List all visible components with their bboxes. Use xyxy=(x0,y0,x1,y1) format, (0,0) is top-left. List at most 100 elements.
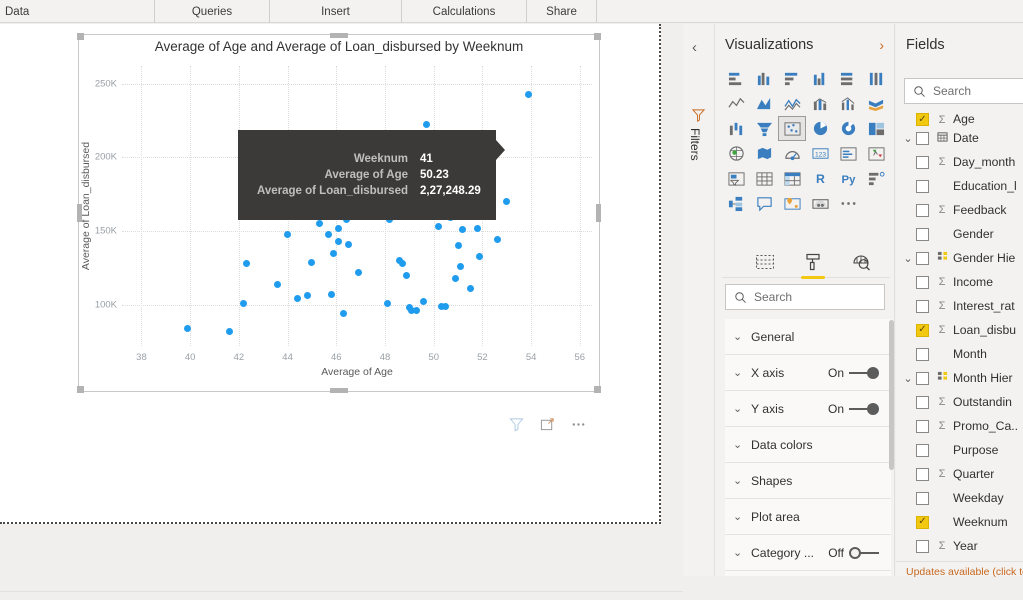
scatter-point[interactable] xyxy=(330,249,338,257)
field-item-date[interactable]: ⌄ Date xyxy=(896,126,1023,150)
format-section-data-colors[interactable]: ⌄ Data colors xyxy=(725,427,891,463)
resize-handle-top-right[interactable] xyxy=(594,33,601,40)
pie-chart-icon[interactable] xyxy=(806,116,834,141)
scatter-point[interactable] xyxy=(284,230,292,238)
slicer-icon[interactable] xyxy=(722,166,750,191)
python-visual-icon[interactable]: Py xyxy=(834,166,862,191)
field-checkbox[interactable] xyxy=(916,515,929,529)
filters-pane-collapsed[interactable]: ‹ Filters xyxy=(683,24,715,576)
format-section-general[interactable]: ⌄ General xyxy=(725,319,891,355)
updates-available-status[interactable]: Updates available (click to...) xyxy=(906,566,1023,578)
chevron-down-icon[interactable]: ⌄ xyxy=(900,132,916,145)
format-sections-list[interactable]: ⌄ General ⌄ X axis On ⌄ Y axis On ⌄ Data colors ⌄ S… xyxy=(725,319,891,576)
field-checkbox[interactable] xyxy=(916,227,929,241)
scatter-point[interactable] xyxy=(335,237,343,245)
scatter-point[interactable] xyxy=(340,310,348,318)
scatter-point[interactable] xyxy=(303,292,311,300)
report-page[interactable]: Average of Age and Average of Loan_disbu… xyxy=(0,24,661,524)
field-item-gender[interactable]: Gender xyxy=(896,222,1023,246)
scatter-point[interactable] xyxy=(225,327,233,335)
scatter-point[interactable] xyxy=(413,307,421,315)
100-stacked-bar-chart-icon[interactable] xyxy=(834,66,862,91)
chevron-down-icon[interactable]: ⌄ xyxy=(900,252,916,265)
scatter-point[interactable] xyxy=(456,262,464,270)
scatter-point[interactable] xyxy=(383,299,391,307)
scatter-point[interactable] xyxy=(503,198,511,206)
format-search-input[interactable]: Search xyxy=(725,284,885,310)
stacked-area-chart-icon[interactable] xyxy=(778,91,806,116)
clustered-bar-chart-icon[interactable] xyxy=(778,66,806,91)
field-checkbox[interactable] xyxy=(916,395,929,409)
resize-handle-bottom[interactable] xyxy=(330,388,348,393)
visualization-type-grid[interactable]: 123 R Py xyxy=(722,66,890,216)
format-section-shapes[interactable]: ⌄ Shapes xyxy=(725,463,891,499)
stacked-column-chart-icon[interactable] xyxy=(750,66,778,91)
scatter-point[interactable] xyxy=(454,242,462,250)
kpi-icon[interactable] xyxy=(862,141,890,166)
key-influencers-icon[interactable] xyxy=(862,166,890,191)
ribbon-group-insert[interactable]: Insert xyxy=(270,0,402,23)
line-and-clustered-column-chart-icon[interactable] xyxy=(834,91,862,116)
field-checkbox[interactable] xyxy=(916,203,929,217)
funnel-chart-icon[interactable] xyxy=(750,116,778,141)
format-section-x-axis[interactable]: ⌄ X axis On xyxy=(725,355,891,391)
field-checkbox[interactable] xyxy=(916,491,929,505)
donut-chart-icon[interactable] xyxy=(834,116,862,141)
100-stacked-column-chart-icon[interactable] xyxy=(862,66,890,91)
field-item-year[interactable]: Σ Year xyxy=(896,534,1023,558)
format-pane-scrollbar[interactable] xyxy=(889,320,894,470)
scatter-point[interactable] xyxy=(274,280,282,288)
ribbon-group-queries[interactable]: Queries xyxy=(155,0,270,23)
field-checkbox[interactable] xyxy=(916,299,929,313)
ribbon-group-data[interactable]: Data xyxy=(0,0,155,23)
filter-icon[interactable] xyxy=(509,417,524,432)
toggle-switch[interactable] xyxy=(849,366,879,379)
matrix-icon[interactable] xyxy=(778,166,806,191)
scatter-point[interactable] xyxy=(354,268,362,276)
table-icon[interactable] xyxy=(750,166,778,191)
scatter-point[interactable] xyxy=(466,285,474,293)
scatter-point[interactable] xyxy=(315,220,323,228)
fields-items-list[interactable]: Σ Age ⌄ Date Σ Day_month Education_l Σ Feedback G… xyxy=(896,112,1023,562)
analytics-tab[interactable] xyxy=(848,249,874,275)
scatter-point[interactable] xyxy=(474,224,482,232)
resize-handle-bottom-left[interactable] xyxy=(77,386,84,393)
field-checkbox[interactable] xyxy=(916,155,929,169)
field-item-interest-rat[interactable]: Σ Interest_rat xyxy=(896,294,1023,318)
ribbon-group-calculations[interactable]: Calculations xyxy=(402,0,527,23)
format-tab[interactable] xyxy=(800,249,826,279)
waterfall-chart-icon[interactable] xyxy=(722,116,750,141)
field-item-quarter[interactable]: Σ Quarter xyxy=(896,462,1023,486)
decomposition-tree-icon[interactable] xyxy=(722,191,750,216)
paginated-report-icon[interactable] xyxy=(806,191,834,216)
scatter-point[interactable] xyxy=(293,295,301,303)
chevron-right-icon[interactable]: › xyxy=(879,37,884,53)
field-item-gender-hie[interactable]: ⌄ Gender Hie xyxy=(896,246,1023,270)
map-icon[interactable] xyxy=(722,141,750,166)
scatter-point[interactable] xyxy=(403,271,411,279)
treemap-icon[interactable] xyxy=(862,116,890,141)
scatter-point[interactable] xyxy=(435,223,443,231)
scatter-point[interactable] xyxy=(242,259,250,267)
scatter-point[interactable] xyxy=(240,299,248,307)
area-chart-icon[interactable] xyxy=(750,91,778,116)
field-item-age[interactable]: Σ Age xyxy=(896,112,1023,126)
format-section-toggle[interactable]: On xyxy=(828,402,891,416)
more-visuals-icon[interactable] xyxy=(834,191,862,216)
stacked-bar-chart-icon[interactable] xyxy=(722,66,750,91)
resize-handle-left[interactable] xyxy=(77,204,82,222)
resize-handle-top[interactable] xyxy=(330,33,348,38)
card-icon[interactable]: 123 xyxy=(806,141,834,166)
field-item-month[interactable]: Month xyxy=(896,342,1023,366)
scatter-point[interactable] xyxy=(344,240,352,248)
field-item-purpose[interactable]: Purpose xyxy=(896,438,1023,462)
field-checkbox[interactable] xyxy=(916,467,929,481)
resize-handle-right[interactable] xyxy=(596,204,601,222)
format-section-toggle[interactable]: On xyxy=(828,366,891,380)
field-checkbox[interactable] xyxy=(916,371,929,385)
chevron-left-icon[interactable]: ‹ xyxy=(692,40,697,55)
format-section-fill-point[interactable]: ⌄Fill pointOn xyxy=(725,571,891,576)
field-checkbox[interactable] xyxy=(916,323,929,337)
filter-funnel-icon[interactable] xyxy=(691,108,706,123)
scatter-point[interactable] xyxy=(308,258,316,266)
